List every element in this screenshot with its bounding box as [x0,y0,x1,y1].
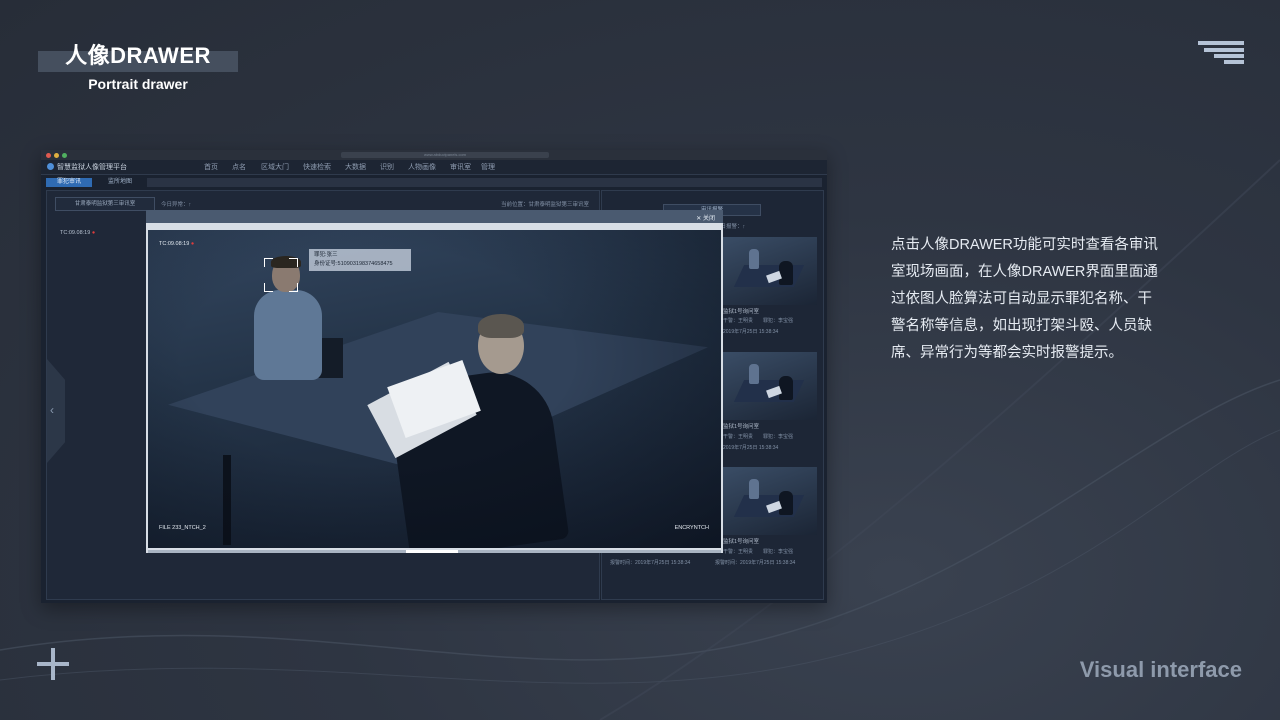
plus-icon[interactable] [37,648,69,680]
url-bar[interactable]: www.abductpanels.com [341,152,549,158]
nav-item[interactable]: 识别 [380,162,394,172]
tab-strip [147,178,822,187]
nav-item[interactable]: 点名 [232,162,246,172]
card-room: 监狱1号询问室 [723,539,760,545]
chevron-left-icon: ‹ [50,403,54,417]
inmate-id: 身份证号:510903198374658475 [314,261,393,267]
nav-item[interactable]: 管理 [481,162,495,172]
location-select[interactable]: 甘肃泰明监狱第三审讯室 [55,197,155,211]
footer-label: Visual interface [1079,657,1242,682]
nav-item[interactable]: 大数据 [345,162,366,172]
encryption-label: ENCRYNTCH [674,525,709,531]
alert-thumbnail[interactable] [721,352,817,420]
nav-item[interactable]: 人物画像 [408,162,436,172]
face-info-box: 罪犯:张三 身份证号:510903198374658475 [309,249,411,271]
modal-header: ✕ 关闭 [146,210,723,223]
tab-interrogation[interactable]: 罪犯审讯 [46,178,92,187]
today-abnormal: 今日异常：↑ [161,202,192,208]
card-officer: 干警：王明贵 罪犯：李宝强 [723,434,794,440]
app-navbar: 智慧监狱人像管理平台 首页 点名 区域大门 快速检索 大数据 识别 人物画像 审… [41,160,827,175]
timecode: TC:09.08:19 ● [60,230,96,236]
app-title: 智慧监狱人像管理平台 [57,164,127,171]
maximize-dot-icon[interactable] [62,153,67,158]
interrogation-video[interactable]: TC:09.08:19 ● 罪犯:张三 身份证号:510903198374658… [148,230,721,548]
nav-item[interactable]: 区域大门 [261,162,289,172]
inmate-name: 罪犯:张三 [314,252,338,258]
nav-item[interactable]: 审讯室 [450,162,471,172]
video-timecode: TC:09.08:19 ● [159,241,195,247]
page-title: 人像DRAWER [65,43,211,68]
card-room: 监狱1号询问室 [723,309,760,315]
card-time: 2019年7月25日 15:38:34 [723,329,779,335]
current-location: 当前位置：甘肃泰明监狱第三审讯室 [501,202,590,208]
menu-icon[interactable] [1198,41,1244,65]
alert-thumbnail[interactable] [721,467,817,535]
nav-item[interactable]: 快速检索 [303,162,331,172]
app-tabs: 罪犯审讯 监所地图 [41,175,827,189]
video-modal: ✕ 关闭 TC:09.08:19 ● 罪犯:张三 身份证号:5109031983… [146,210,723,553]
card-time: 2019年7月25日 15:38:34 [723,445,779,451]
prev-arrow-button[interactable]: ‹ [47,359,65,463]
page-subtitle: Portrait drawer [88,76,188,92]
alert-thumbnail[interactable] [721,237,817,305]
card-officer: 干警：王明贵 罪犯：李宝强 [723,549,794,555]
app-logo-icon [47,163,54,170]
card-room: 监狱1号询问室 [723,424,760,430]
card-alert-time: 报警时间：2019年7月25日 15:38:34 [715,560,796,566]
video-progress-bar[interactable] [148,550,721,553]
app-screenshot: www.abductpanels.com 智慧监狱人像管理平台 首页 点名 区域… [41,150,827,603]
browser-bar: www.abductpanels.com [41,150,827,160]
video-file-name: FILE 233_NTCH_2 [159,525,206,531]
progress-thumb[interactable] [406,550,458,553]
face-detection-box [264,258,298,292]
feature-description: 点击人像DRAWER功能可实时查看各审讯室现场画面，在人像DRAWER界面里面通… [891,237,1158,361]
close-dot-icon[interactable] [46,153,51,158]
minimize-dot-icon[interactable] [54,153,59,158]
card-officer: 干警：王明贵 罪犯：李宝强 [723,318,794,324]
tab-prison-map[interactable]: 监所地图 [97,178,143,187]
card-alert-time: 报警时间：2019年7月25日 15:38:34 [610,560,691,566]
close-button[interactable]: ✕ 关闭 [696,213,715,222]
nav-item[interactable]: 首页 [204,162,218,172]
